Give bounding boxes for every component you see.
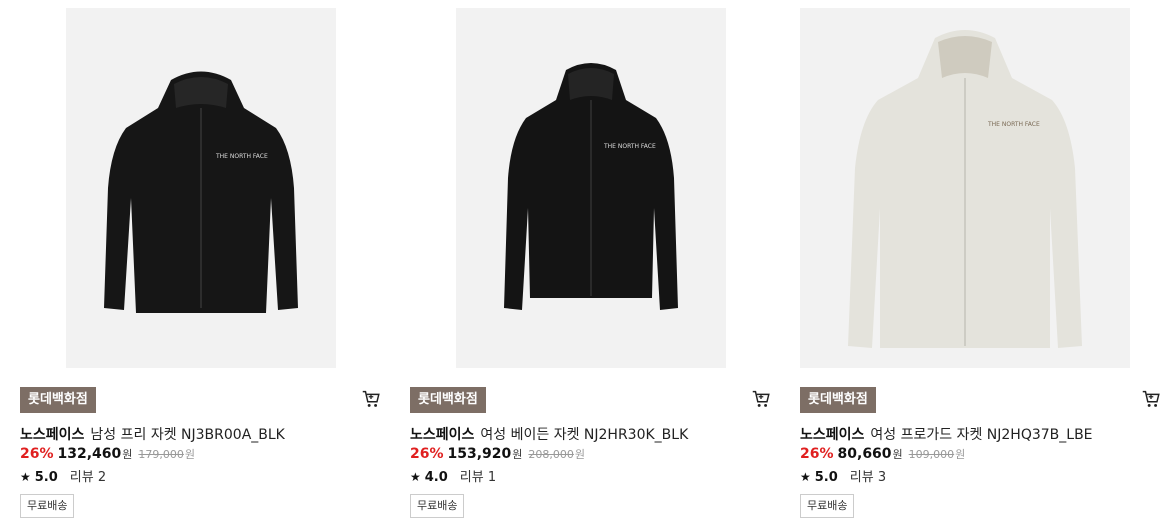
original-unit: 원 — [184, 448, 196, 461]
review-count: 리뷰 3 — [849, 470, 887, 485]
cart-icon[interactable] — [360, 388, 382, 410]
svg-text:THE NORTH FACE: THE NORTH FACE — [987, 121, 1040, 128]
star-icon: ★ — [410, 470, 421, 484]
original-price: 208,000 — [528, 448, 574, 461]
price-unit: 원 — [892, 448, 903, 461]
product-image[interactable]: THE NORTH FACE — [456, 8, 726, 368]
price-row: 26% 80,660원 109,000원 — [800, 446, 965, 462]
star-icon: ★ — [800, 470, 811, 484]
price-row: 26% 132,460원 179,000원 — [20, 446, 195, 462]
product-title[interactable]: 노스페이스 여성 프로가드 자켓 NJ2HQ37B_LBE — [800, 424, 1093, 444]
discount-rate: 26% — [20, 446, 54, 462]
store-badge: 롯데백화점 — [20, 387, 96, 413]
price-unit: 원 — [122, 448, 133, 461]
rating-score: 5.0 — [814, 470, 838, 485]
original-unit: 원 — [955, 448, 966, 461]
sale-price: 80,660 — [837, 446, 892, 462]
brand-name: 노스페이스 — [800, 427, 865, 443]
brand-name: 노스페이스 — [20, 427, 85, 443]
cart-icon[interactable] — [1140, 388, 1162, 410]
product-card[interactable]: THE NORTH FACE 롯데백화점 노스페이스 여성 프로가드 자켓 NJ2… — [800, 0, 1170, 529]
review-count: 리뷰 1 — [459, 470, 497, 485]
svg-text:THE NORTH FACE: THE NORTH FACE — [603, 143, 656, 150]
review-count: 리뷰 2 — [69, 470, 107, 485]
sale-price: 132,460 — [57, 446, 122, 462]
jacket-image: THE NORTH FACE — [66, 8, 336, 368]
rating-row: ★ 5.0 리뷰 2 — [20, 466, 106, 485]
store-badge: 롯데백화점 — [410, 387, 486, 413]
product-title[interactable]: 노스페이스 여성 베이든 자켓 NJ2HR30K_BLK — [410, 424, 688, 444]
cart-icon[interactable] — [750, 388, 772, 410]
price-row: 26% 153,920원 208,000원 — [410, 446, 585, 462]
rating-row: ★ 5.0 리뷰 3 — [800, 466, 886, 485]
rating-score: 4.0 — [424, 470, 448, 485]
jacket-image: THE NORTH FACE — [800, 8, 1130, 368]
rating-score: 5.0 — [34, 470, 58, 485]
discount-rate: 26% — [410, 446, 444, 462]
product-title[interactable]: 노스페이스 남성 프리 자켓 NJ3BR00A_BLK — [20, 424, 285, 444]
rating-row: ★ 4.0 리뷰 1 — [410, 466, 496, 485]
brand-name: 노스페이스 — [410, 427, 475, 443]
jacket-image: THE NORTH FACE — [456, 8, 726, 368]
product-name: 여성 프로가드 자켓 NJ2HQ37B_LBE — [870, 427, 1093, 443]
product-card[interactable]: THE NORTH FACE 롯데백화점 노스페이스 여성 베이든 자켓 NJ2H… — [410, 0, 780, 529]
free-shipping-badge: 무료배송 — [800, 494, 855, 518]
store-badge: 롯데백화점 — [800, 387, 876, 413]
original-price: 109,000 — [908, 448, 955, 461]
product-name: 남성 프리 자켓 NJ3BR00A_BLK — [90, 427, 285, 443]
discount-rate: 26% — [800, 446, 834, 462]
free-shipping-badge: 무료배송 — [20, 494, 75, 518]
svg-text:THE NORTH FACE: THE NORTH FACE — [215, 153, 268, 160]
original-price: 179,000 — [138, 448, 184, 461]
sale-price: 153,920 — [447, 446, 512, 462]
product-card[interactable]: THE NORTH FACE 롯데백화점 노스페이스 남성 프리 자켓 NJ3BR… — [20, 0, 390, 529]
price-unit: 원 — [512, 448, 523, 461]
product-name: 여성 베이든 자켓 NJ2HR30K_BLK — [480, 427, 689, 443]
product-image[interactable]: THE NORTH FACE — [66, 8, 336, 368]
star-icon: ★ — [20, 470, 31, 484]
original-unit: 원 — [574, 448, 586, 461]
product-image[interactable]: THE NORTH FACE — [800, 8, 1130, 368]
free-shipping-badge: 무료배송 — [410, 494, 465, 518]
